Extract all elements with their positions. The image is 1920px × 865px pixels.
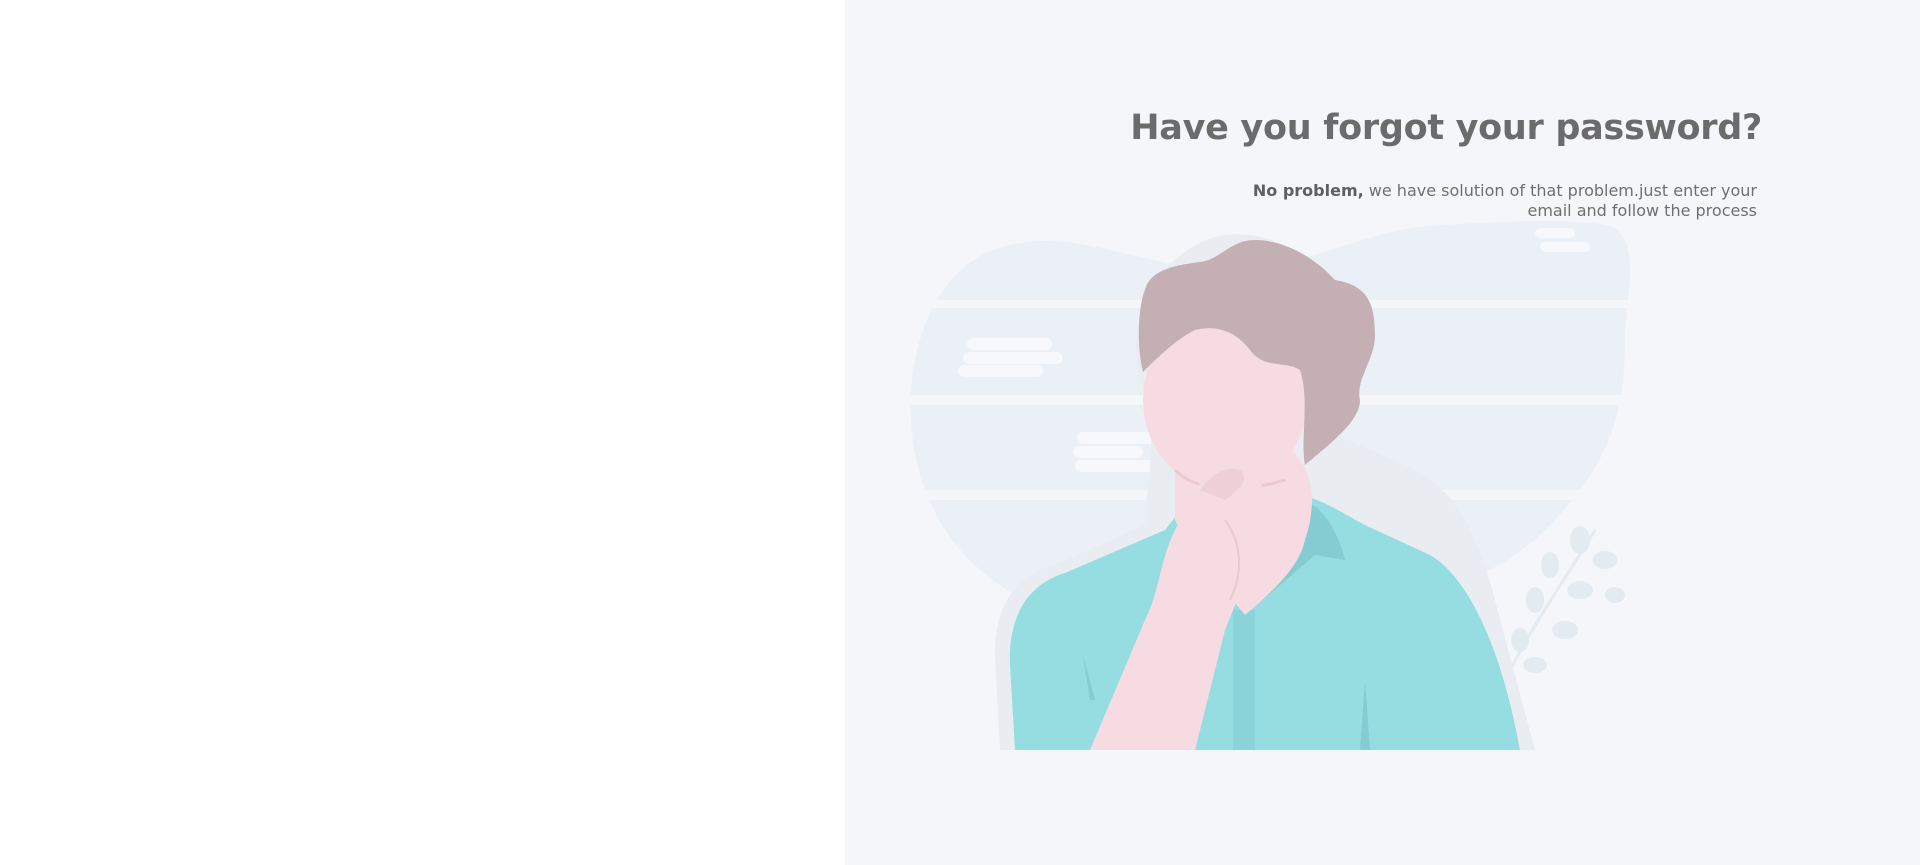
- cloud: [1075, 460, 1160, 472]
- forgot-password-page: Have you forgot your password? No proble…: [0, 0, 1920, 865]
- description-strong: No problem,: [1252, 181, 1364, 200]
- right-panel: Have you forgot your password? No proble…: [845, 0, 1920, 865]
- cloud: [1073, 446, 1143, 458]
- cloud: [958, 365, 1043, 377]
- cloud: [1535, 228, 1575, 238]
- shirt-placket: [1233, 610, 1255, 750]
- cloud: [963, 352, 1063, 364]
- cloud: [1540, 242, 1590, 252]
- page-title: Have you forgot your password?: [1130, 108, 1762, 148]
- left-panel: [0, 0, 845, 865]
- page-description: No problem, we have solution of that pro…: [1237, 181, 1757, 221]
- cloud: [967, 338, 1052, 350]
- description-rest: we have solution of that problem.just en…: [1363, 181, 1757, 220]
